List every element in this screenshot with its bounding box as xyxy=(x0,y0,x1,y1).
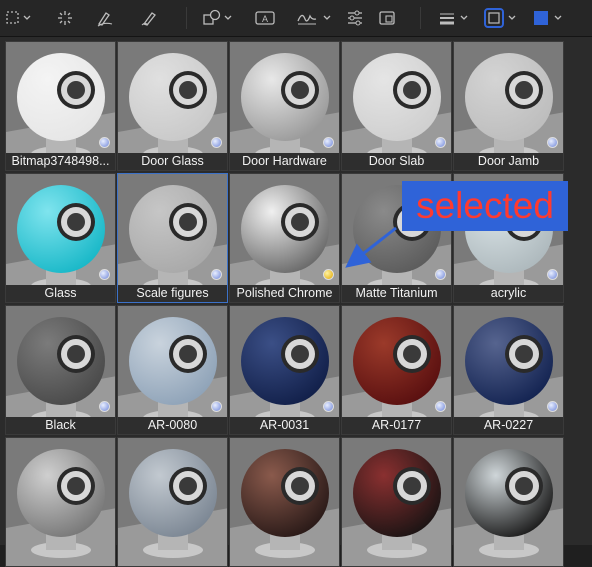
material-preview xyxy=(6,42,115,170)
material-label: acrylic xyxy=(454,285,563,302)
select-tool-icon[interactable] xyxy=(4,6,34,30)
material-status-icon xyxy=(435,401,446,412)
material-tile[interactable]: Glass xyxy=(5,173,116,303)
material-tile[interactable]: AR-0080 xyxy=(117,305,228,435)
material-status-icon xyxy=(211,137,222,148)
material-label: AR-0227 xyxy=(454,417,563,434)
material-preview xyxy=(342,306,451,434)
material-tile[interactable]: AR-0227 xyxy=(453,305,564,435)
material-label: Door Jamb xyxy=(454,153,563,170)
material-label: Bitmap3748498... xyxy=(6,153,115,170)
material-status-icon xyxy=(323,137,334,148)
fill-color-icon[interactable] xyxy=(532,6,568,30)
material-status-icon xyxy=(435,269,446,280)
material-tile[interactable]: Black xyxy=(5,305,116,435)
material-label: AR-0031 xyxy=(230,417,339,434)
material-tile[interactable]: Door Slab xyxy=(341,41,452,171)
material-preview xyxy=(342,438,451,566)
material-tile[interactable] xyxy=(341,437,452,567)
material-preview xyxy=(454,306,563,434)
material-label: Polished Chrome xyxy=(230,285,339,302)
material-preview xyxy=(230,174,339,302)
material-status-icon xyxy=(547,137,558,148)
material-preview xyxy=(118,306,227,434)
material-preview xyxy=(6,174,115,302)
material-tile[interactable]: Door Glass xyxy=(117,41,228,171)
material-preview xyxy=(230,306,339,434)
material-preview xyxy=(454,42,563,170)
text-box-icon[interactable]: A xyxy=(254,6,276,30)
annotation-label: selected xyxy=(402,181,568,231)
material-preview xyxy=(6,306,115,434)
material-status-icon xyxy=(211,269,222,280)
material-preview xyxy=(342,42,451,170)
shapes-icon[interactable] xyxy=(202,6,234,30)
material-status-icon xyxy=(99,401,110,412)
material-preview xyxy=(230,42,339,170)
material-label: Door Hardware xyxy=(230,153,339,170)
material-label: Door Glass xyxy=(118,153,227,170)
material-preview xyxy=(6,438,115,566)
material-tile[interactable] xyxy=(229,437,340,567)
material-status-icon xyxy=(435,137,446,148)
material-tile[interactable] xyxy=(117,437,228,567)
line-style-icon[interactable] xyxy=(438,6,472,30)
material-label: Scale figures xyxy=(118,285,227,302)
material-preview xyxy=(118,174,227,302)
page-layout-icon[interactable] xyxy=(376,6,398,30)
material-tile[interactable] xyxy=(5,437,116,567)
material-label: AR-0177 xyxy=(342,417,451,434)
material-status-icon xyxy=(211,401,222,412)
svg-text:A: A xyxy=(262,14,268,24)
material-status-icon xyxy=(99,269,110,280)
material-label: Door Slab xyxy=(342,153,451,170)
material-tile[interactable]: Door Hardware xyxy=(229,41,340,171)
material-status-icon xyxy=(323,401,334,412)
material-status-icon xyxy=(547,401,558,412)
material-preview xyxy=(118,438,227,566)
material-tile[interactable]: Door Jamb xyxy=(453,41,564,171)
material-label: Black xyxy=(6,417,115,434)
material-tile[interactable] xyxy=(453,437,564,567)
material-preview xyxy=(454,438,563,566)
material-tile[interactable]: AR-0177 xyxy=(341,305,452,435)
material-tile[interactable]: Scale figures xyxy=(117,173,228,303)
border-color-icon[interactable] xyxy=(484,6,520,30)
material-tile[interactable]: Bitmap3748498... xyxy=(5,41,116,171)
material-tile[interactable]: Polished Chrome xyxy=(229,173,340,303)
material-status-icon xyxy=(547,269,558,280)
material-label: Glass xyxy=(6,285,115,302)
material-preview xyxy=(118,42,227,170)
draw-icon[interactable] xyxy=(138,6,160,30)
material-label: Matte Titanium xyxy=(342,285,451,302)
material-label: AR-0080 xyxy=(118,417,227,434)
sign-icon[interactable] xyxy=(296,6,334,30)
material-tile[interactable]: AR-0031 xyxy=(229,305,340,435)
material-preview xyxy=(230,438,339,566)
magic-wand-icon[interactable] xyxy=(54,6,76,30)
toolbar: A xyxy=(0,0,592,37)
material-grid: Bitmap3748498... Door Glass Door Hardware D… xyxy=(0,37,592,567)
material-status-icon xyxy=(323,269,334,280)
adjust-icon[interactable] xyxy=(344,6,366,30)
sketch-icon[interactable] xyxy=(94,6,116,30)
material-status-icon xyxy=(99,137,110,148)
